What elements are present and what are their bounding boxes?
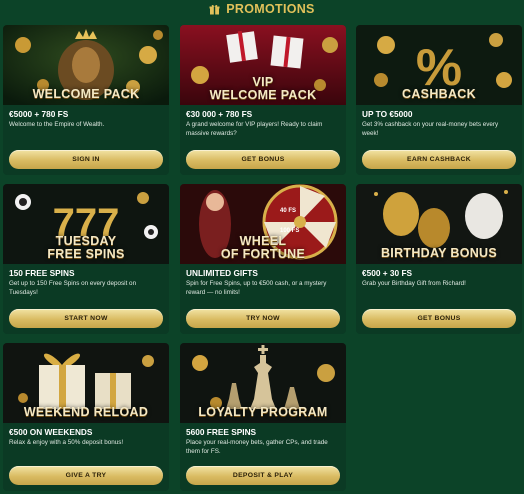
promo-card-welcome-pack: WELCOME PACK €5000 + 780 FS Welcome to t… [3, 25, 169, 175]
promo-banner: WELCOME PACK [3, 25, 169, 105]
promo-description: Welcome to the Empire of Wealth. [9, 121, 105, 129]
promo-heading: UP TO €5000 [362, 109, 413, 119]
promo-banner: 777 TUESDAY FREE SPINS [3, 184, 169, 264]
banner-title-line2: OF FORTUNE [220, 246, 306, 261]
promo-description: Get 3% cashback on your real-money bets … [362, 121, 499, 137]
banner-title: CASHBACK [402, 86, 476, 101]
get-bonus-button[interactable]: GET BONUS [186, 150, 340, 169]
promo-card-tuesday-free-spins: 777 TUESDAY FREE SPINS 150 FREE SPINS Ge… [3, 184, 169, 334]
banner-title: WEEKEND RELOAD [23, 404, 149, 419]
promo-banner: WEEKEND RELOAD [3, 343, 169, 423]
promo-banner: 40 FS 100 FS WHEEL OF FORTUNE [180, 184, 346, 264]
banner-title-line2: WELCOME PACK [209, 87, 317, 102]
banner-title: WELCOME PACK [32, 86, 140, 101]
promo-heading: €500 + 30 FS [362, 268, 413, 278]
promo-description: Grab your Birthday Gift from Richard! [362, 280, 466, 288]
give-a-try-button[interactable]: GIVE A TRY [9, 466, 163, 485]
promo-card-vip-welcome-pack: VIP WELCOME PACK €30 000 + 780 FS A gran… [180, 25, 346, 175]
promo-description: Place your real-money bets, gather CPs, … [186, 439, 328, 455]
banner-title-line1: VIP [252, 74, 274, 89]
promo-banner: LOYALTY PROGRAM [180, 343, 346, 423]
page-title: PROMOTIONS [226, 2, 315, 16]
promo-heading: 150 FREE SPINS [9, 268, 75, 278]
promo-description: Relax & enjoy with a 50% deposit bonus! [9, 439, 124, 447]
get-bonus-button[interactable]: GET BONUS [362, 309, 516, 328]
promo-heading: €500 ON WEEKENDS [9, 427, 93, 437]
promo-card-birthday-bonus: BIRTHDAY BONUS €500 + 30 FS Grab your Bi… [356, 184, 522, 334]
start-now-button[interactable]: START NOW [9, 309, 163, 328]
promo-card-loyalty-program: LOYALTY PROGRAM 5600 FREE SPINS Place yo… [180, 343, 346, 491]
banner-title: WHEEL OF FORTUNE [180, 233, 346, 261]
try-now-button[interactable]: TRY NOW [186, 309, 340, 328]
promo-heading: 5600 FREE SPINS [186, 427, 257, 437]
banner-title-line2: FREE SPINS [47, 246, 125, 261]
banner-title-line1: TUESDAY [55, 233, 117, 248]
promo-heading: €5000 + 780 FS [9, 109, 69, 119]
promotions-header: PROMOTIONS [0, 0, 524, 18]
banner-title: LOYALTY PROGRAM [198, 404, 328, 419]
promo-description: Spin for Free Spins, up to €500 cash, or… [186, 280, 327, 296]
banner-title-line1: WHEEL [239, 233, 287, 248]
banner-title: VIP WELCOME PACK [180, 74, 346, 102]
promo-heading: €30 000 + 780 FS [186, 109, 253, 119]
promo-banner: % CASHBACK [356, 25, 522, 105]
sign-in-button[interactable]: SIGN IN [9, 150, 163, 169]
promo-banner: BIRTHDAY BONUS [356, 184, 522, 264]
banner-title: BIRTHDAY BONUS [380, 245, 498, 260]
promo-banner: VIP WELCOME PACK [180, 25, 346, 105]
promo-card-cashback: % CASHBACK UP TO €5000 Get 3% cashback o… [356, 25, 522, 175]
promo-heading: UNLIMITED GIFTS [186, 268, 258, 278]
promo-card-wheel-of-fortune: 40 FS 100 FS WHEEL OF FORTUNE UNLIMITED … [180, 184, 346, 334]
earn-cashback-button[interactable]: EARN CASHBACK [362, 150, 516, 169]
promo-card-weekend-reload: WEEKEND RELOAD €500 ON WEEKENDS Relax & … [3, 343, 169, 491]
promo-description: Get up to 150 Free Spins on every deposi… [9, 280, 137, 296]
promo-description: A grand welcome for VIP players! Ready t… [186, 121, 323, 137]
wheel-label: 40 FS [280, 208, 296, 214]
banner-title: TUESDAY FREE SPINS [3, 233, 169, 261]
deposit-and-play-button[interactable]: DEPOSIT & PLAY [186, 466, 340, 485]
gift-icon [209, 4, 220, 15]
